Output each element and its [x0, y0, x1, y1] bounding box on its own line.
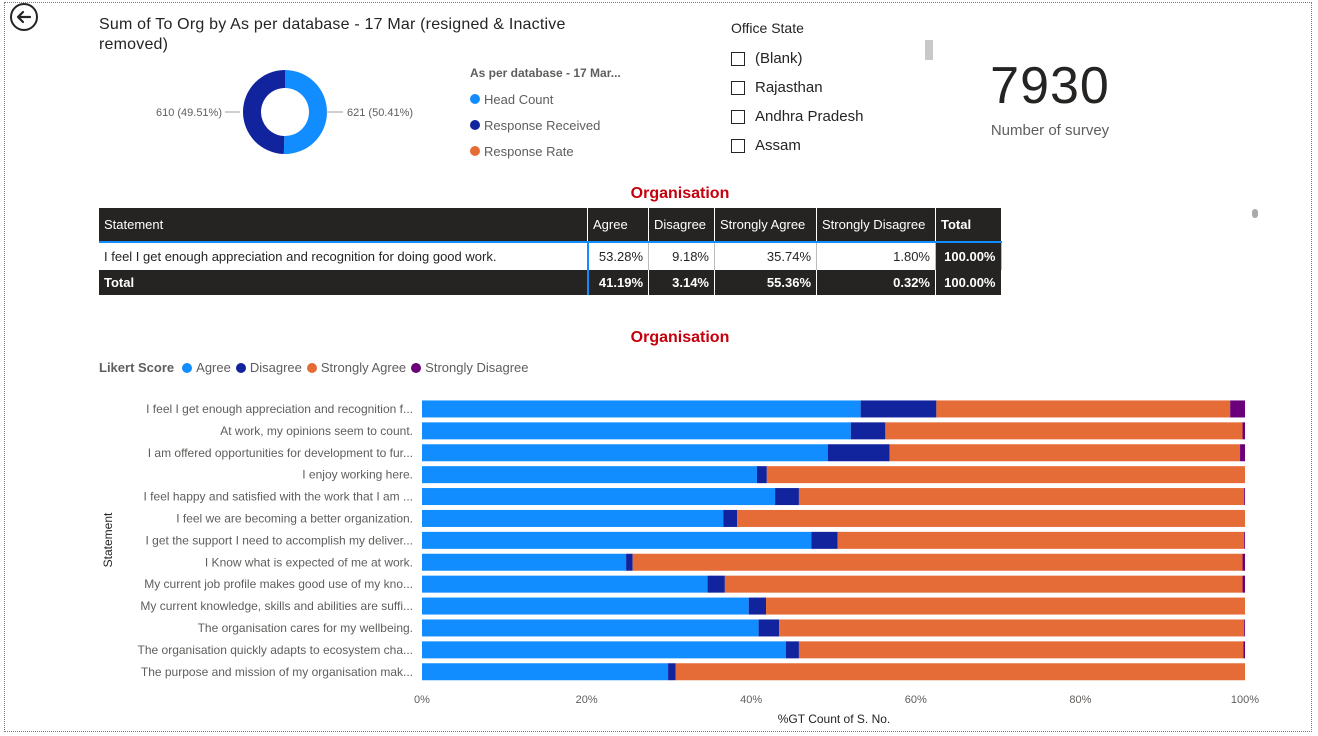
bar-segment-agree[interactable]: [422, 444, 828, 462]
chart-category-labels: I feel I get enough appreciation and rec…: [138, 402, 413, 679]
bar-segment-strongly-disagree[interactable]: [1243, 641, 1245, 659]
bar-segment-strongly-agree[interactable]: [675, 663, 1245, 681]
bar-segment-strongly-disagree[interactable]: [1244, 488, 1245, 506]
bar-segment-agree[interactable]: [422, 531, 812, 549]
bar-segment-disagree[interactable]: [775, 488, 799, 506]
bar-segment-strongly-disagree[interactable]: [1244, 619, 1245, 637]
x-tick-label: 40%: [740, 694, 762, 706]
bar-segment-agree[interactable]: [422, 597, 749, 615]
bar-segment-strongly-disagree[interactable]: [1240, 444, 1245, 462]
bar-segment-disagree[interactable]: [811, 531, 838, 549]
bar-segment-disagree[interactable]: [748, 597, 767, 615]
category-label: I get the support I need to accomplish m…: [146, 533, 413, 547]
bar-segment-strongly-agree[interactable]: [885, 422, 1243, 440]
bar-segment-disagree[interactable]: [756, 466, 767, 484]
bar-segment-strongly-agree[interactable]: [798, 488, 1245, 506]
x-tick-label: 80%: [1069, 694, 1091, 706]
bar-segment-strongly-disagree[interactable]: [1230, 400, 1245, 418]
bar-segment-agree[interactable]: [422, 575, 708, 593]
bar-segment-agree[interactable]: [422, 663, 669, 681]
category-label: My current job profile makes good use of…: [144, 577, 413, 591]
category-label: The purpose and mission of my organisati…: [141, 665, 413, 679]
bar-segment-strongly-agree[interactable]: [779, 619, 1245, 637]
x-tick-label: 0%: [414, 694, 430, 706]
bar-segment-disagree[interactable]: [707, 575, 725, 593]
bar-segment-strongly-agree[interactable]: [766, 597, 1245, 615]
chart-x-ticks: 0% 20% 40% 60% 80% 100%: [414, 694, 1259, 706]
bar-segment-agree[interactable]: [422, 488, 776, 506]
category-label: I feel I get enough appreciation and rec…: [146, 402, 413, 416]
bar-segment-strongly-disagree[interactable]: [1242, 422, 1245, 440]
bar-segment-agree[interactable]: [422, 553, 627, 571]
chart-bars[interactable]: [422, 400, 1245, 681]
category-label: I Know what is expected of me at work.: [205, 555, 413, 569]
bar-segment-strongly-agree[interactable]: [766, 466, 1245, 484]
bar-segment-strongly-agree[interactable]: [632, 553, 1243, 571]
x-tick-label: 60%: [905, 694, 927, 706]
bar-segment-disagree[interactable]: [668, 663, 676, 681]
bar-segment-disagree[interactable]: [785, 641, 799, 659]
category-label: At work, my opinions seem to count.: [220, 424, 413, 438]
bar-segment-agree[interactable]: [422, 509, 724, 527]
x-tick-label: 20%: [576, 694, 598, 706]
category-label: My current knowledge, skills and abiliti…: [140, 599, 413, 613]
category-label: The organisation quickly adapts to ecosy…: [138, 643, 413, 657]
category-label: I am offered opportunities for developme…: [148, 446, 413, 460]
bar-segment-agree[interactable]: [422, 641, 786, 659]
bar-segment-strongly-agree[interactable]: [737, 509, 1245, 527]
bar-segment-strongly-agree[interactable]: [936, 400, 1231, 418]
bar-segment-disagree[interactable]: [626, 553, 633, 571]
bar-segment-agree[interactable]: [422, 400, 861, 418]
category-label: I enjoy working here.: [302, 468, 413, 482]
bar-segment-agree[interactable]: [422, 422, 851, 440]
category-label: I feel we are becoming a better organiza…: [176, 511, 413, 525]
bar-segment-disagree[interactable]: [827, 444, 890, 462]
x-axis-title: %GT Count of S. No.: [778, 712, 891, 726]
bar-segment-strongly-agree[interactable]: [798, 641, 1244, 659]
bar-segment-strongly-agree[interactable]: [889, 444, 1241, 462]
bar-segment-strongly-disagree[interactable]: [1244, 531, 1245, 549]
stacked-bar-chart[interactable]: I feel I get enough appreciation and rec…: [0, 0, 1318, 736]
bar-segment-strongly-agree[interactable]: [837, 531, 1245, 549]
category-label: I feel happy and satisfied with the work…: [144, 490, 413, 504]
bar-segment-strongly-disagree[interactable]: [1242, 553, 1245, 571]
bar-segment-agree[interactable]: [422, 619, 759, 637]
bar-segment-disagree[interactable]: [860, 400, 937, 418]
bar-segment-strongly-disagree[interactable]: [1242, 575, 1245, 593]
bar-segment-agree[interactable]: [422, 466, 757, 484]
bar-segment-strongly-agree[interactable]: [724, 575, 1243, 593]
x-tick-label: 100%: [1231, 694, 1259, 706]
category-label: The organisation cares for my wellbeing.: [198, 621, 413, 635]
y-axis-title: Statement: [101, 512, 115, 567]
bar-segment-disagree[interactable]: [850, 422, 886, 440]
bar-segment-disagree[interactable]: [758, 619, 780, 637]
bar-segment-disagree[interactable]: [723, 509, 738, 527]
